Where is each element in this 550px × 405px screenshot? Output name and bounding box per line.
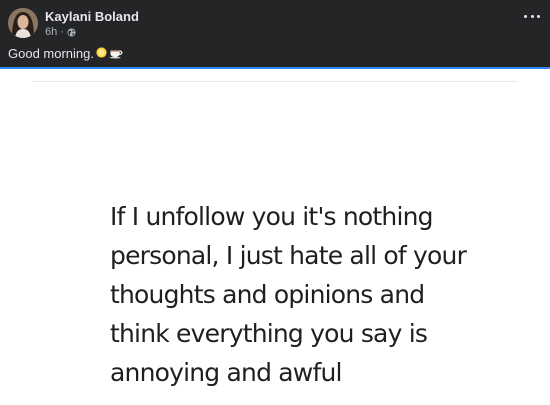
author-name[interactable]: Kaylani Boland: [45, 9, 139, 24]
quote-line: thoughts and opinions and: [110, 280, 425, 309]
caption-text: Good morning.: [8, 46, 94, 61]
facebook-post: Kaylani Boland 6h · Good morning. If I u…: [0, 0, 550, 405]
post-header: Kaylani Boland 6h · Good morning.: [0, 0, 550, 67]
post-time[interactable]: 6h: [45, 26, 57, 38]
post-image[interactable]: If I unfollow you it's nothing personal,…: [0, 69, 550, 405]
meta-separator: ·: [60, 26, 64, 38]
globe-icon: [67, 27, 76, 37]
more-dot: [524, 14, 527, 18]
quote-text: If I unfollow you it's nothing personal,…: [110, 197, 530, 392]
post-caption: Good morning.: [8, 47, 124, 61]
quote-line: think everything you say is: [110, 319, 428, 348]
more-dot: [537, 14, 540, 18]
avatar[interactable]: [8, 8, 38, 38]
coffee-cup-emoji: [109, 46, 124, 62]
quote-line: personal, I just hate all of your: [110, 241, 467, 270]
more-dot: [530, 14, 534, 18]
quote-line: annoying and awful: [110, 358, 342, 387]
quote-line: If I unfollow you it's nothing: [110, 202, 434, 231]
post-meta: 6h ·: [45, 26, 76, 38]
image-divider: [33, 81, 517, 82]
sun-emoji: [95, 46, 108, 62]
more-options-icon[interactable]: [524, 11, 540, 21]
